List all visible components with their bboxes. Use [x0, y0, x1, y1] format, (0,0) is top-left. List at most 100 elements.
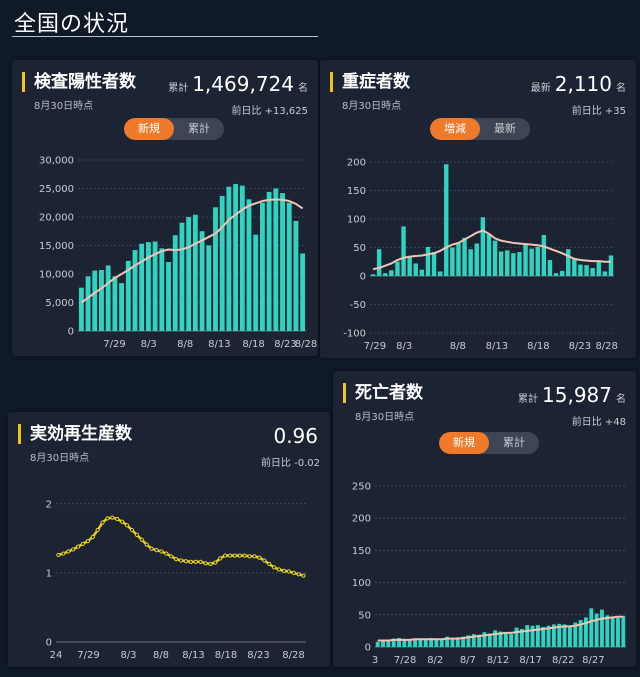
- bar: [280, 193, 285, 331]
- bar: [594, 613, 599, 647]
- bar: [468, 249, 473, 276]
- y-tick-label: 10,000: [39, 270, 74, 281]
- y-tick-label: 30,000: [39, 156, 74, 167]
- rt-point: [100, 520, 105, 525]
- rt-point: [208, 561, 213, 567]
- rt-point: [110, 515, 115, 520]
- x-tick-label: 8/13: [208, 339, 230, 350]
- bar: [439, 639, 444, 647]
- rt-point: [120, 519, 125, 524]
- x-tick-label: 8/22: [552, 655, 574, 666]
- bar: [596, 261, 601, 276]
- rt-point: [154, 548, 159, 553]
- bar: [493, 630, 498, 647]
- bar: [293, 220, 299, 331]
- bar: [566, 249, 571, 276]
- rt-panel: 実効再生産数 8月30日時点 0.96 前日比 -0.02 0 1 2 24 7/29 8…: [8, 412, 330, 667]
- bar: [233, 183, 239, 331]
- rt-point: [159, 549, 164, 554]
- x-tick-label: 8/8: [450, 341, 466, 352]
- rt-point: [61, 551, 66, 556]
- x-tick-label: 8/3: [141, 339, 157, 350]
- y-tick-label: 0: [360, 272, 366, 283]
- rt-point: [56, 552, 61, 558]
- bar: [486, 234, 492, 276]
- bar: [78, 287, 84, 331]
- x-tick-label: 8/3: [396, 341, 412, 352]
- rt-point: [296, 572, 301, 577]
- y-tick-label: 200: [347, 158, 366, 169]
- x-tick-label: 8/8: [153, 650, 169, 661]
- rt-point: [252, 554, 257, 559]
- bar: [600, 609, 604, 647]
- rt-point: [257, 555, 262, 560]
- bar: [605, 615, 610, 647]
- bar: [139, 243, 145, 331]
- bar: [99, 270, 104, 331]
- page-title: 全国の状況: [14, 12, 130, 37]
- bar: [375, 641, 380, 647]
- rt-point: [242, 553, 247, 558]
- rt-point: [144, 542, 149, 547]
- rt-point: [80, 541, 86, 546]
- rt-point: [227, 553, 233, 558]
- y-tick-label: 250: [352, 481, 371, 492]
- bar: [159, 248, 165, 331]
- bar: [535, 246, 540, 276]
- x-tick-label: 8/18: [242, 339, 264, 350]
- bar: [589, 608, 594, 647]
- rt-point: [71, 547, 76, 552]
- bar: [179, 222, 185, 331]
- bar: [616, 618, 620, 647]
- rt-point: [223, 553, 228, 558]
- y-tick-label: 25,000: [39, 184, 74, 195]
- rt-point: [95, 527, 100, 533]
- x-tick-label: 8/18: [527, 341, 549, 352]
- bar: [602, 271, 608, 276]
- bar: [370, 274, 376, 276]
- y-tick-label: 150: [352, 546, 371, 557]
- x-tick-label: 8/13: [182, 650, 204, 661]
- bar: [562, 624, 567, 647]
- bar: [419, 269, 425, 276]
- rt-line: [58, 516, 304, 577]
- x-tick-label: 8/7: [460, 655, 476, 666]
- rt-point: [281, 568, 287, 573]
- bar: [145, 242, 151, 331]
- severe-chart: -100 -50 0 50 100 150 200 7/29 8/3 8/8 8/13 8/18 8/2…: [343, 158, 618, 353]
- x-tick-label: 7/29: [77, 650, 99, 661]
- x-tick-label: 24: [50, 650, 63, 661]
- bar: [226, 186, 232, 331]
- rt-point: [169, 554, 174, 559]
- y-tick-label: 0: [68, 327, 74, 338]
- bar: [206, 245, 212, 331]
- bar: [389, 270, 394, 276]
- bar: [462, 237, 467, 276]
- rt-chart: 0 1 2 24 7/29 8/3 8/8 8/13 8/18 8/23 8/28: [46, 499, 306, 661]
- bar: [547, 260, 553, 276]
- bar: [192, 214, 198, 331]
- bar: [85, 276, 91, 331]
- rt-point: [267, 561, 272, 567]
- rt-point: [105, 516, 110, 521]
- bar: [300, 253, 306, 331]
- rt-point: [247, 554, 252, 559]
- rt-point: [198, 559, 203, 564]
- x-tick-label: 8/17: [519, 655, 541, 666]
- bar: [572, 258, 577, 276]
- bar: [517, 252, 522, 276]
- bar: [568, 626, 572, 647]
- y-tick-label: 20,000: [39, 213, 74, 224]
- bar: [505, 250, 510, 276]
- x-tick-label: 8/18: [215, 650, 237, 661]
- bar: [621, 616, 626, 647]
- positive-cases-panel: 検査陽性者数 8月30日時点 累計 1,469,724 名 前日比 +13,625 …: [12, 60, 318, 356]
- y-tick-label: 200: [352, 514, 371, 525]
- bar: [530, 625, 535, 647]
- x-tick-label: 8/13: [486, 341, 508, 352]
- y-tick-label: 100: [347, 215, 366, 226]
- x-tick-label: 8/27: [582, 655, 604, 666]
- title-divider: [12, 36, 318, 37]
- rt-point: [124, 523, 130, 528]
- rt-point: [173, 556, 179, 562]
